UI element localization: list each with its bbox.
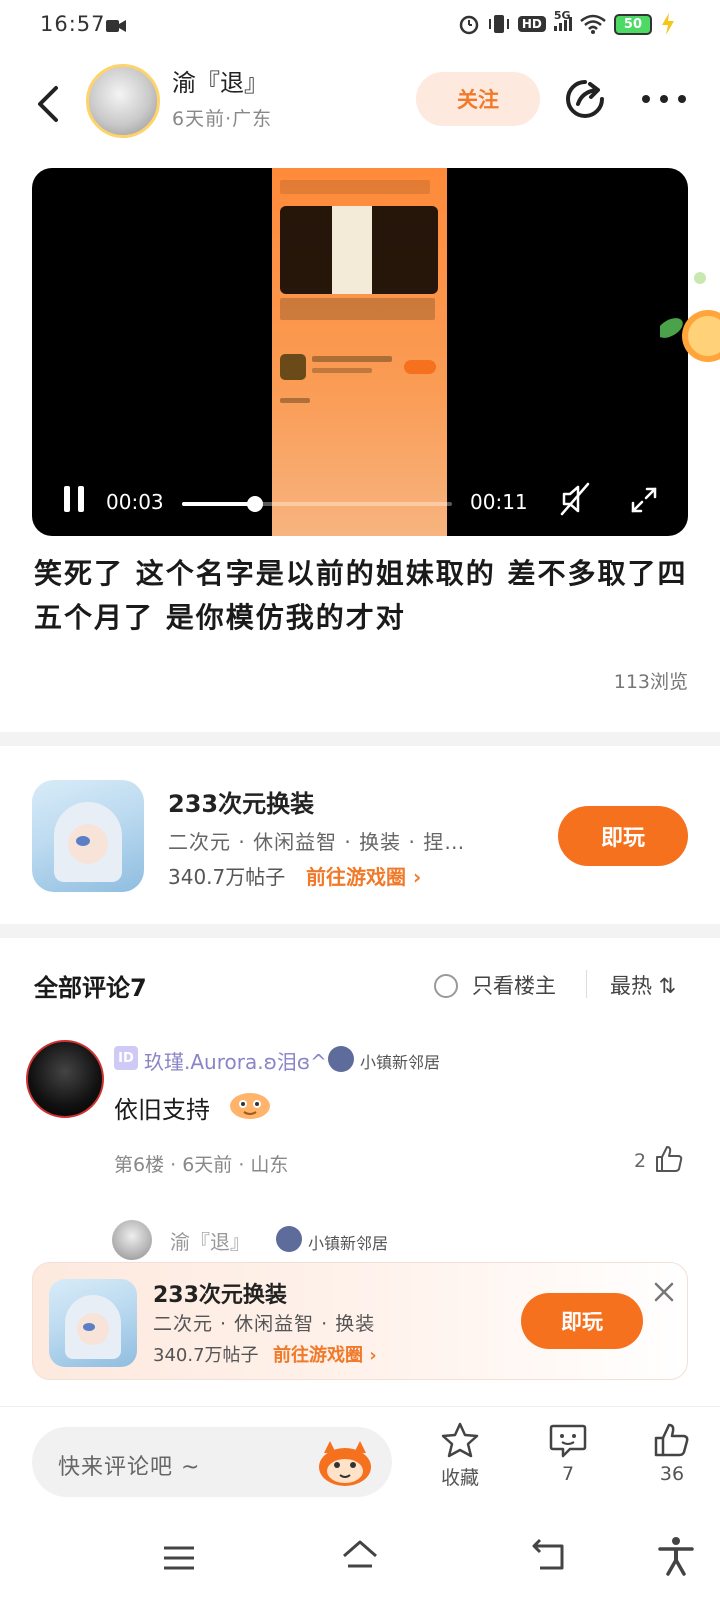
game-post-count: 340.7万帖子	[168, 865, 286, 889]
status-time: 16:57	[40, 12, 106, 36]
game-icon[interactable]	[32, 780, 144, 892]
battery-indicator: 50	[613, 13, 652, 35]
wifi-icon	[580, 14, 606, 34]
author-avatar[interactable]	[86, 64, 160, 138]
comments-title: 全部评论7	[34, 974, 147, 1002]
view-count: 113浏览	[613, 671, 688, 693]
back-nav-icon[interactable]	[530, 1538, 570, 1578]
share-icon[interactable]	[562, 76, 608, 122]
cellular-signal-icon: 5G	[553, 9, 572, 31]
hd-badge: HD	[517, 16, 546, 32]
game-tags: 二次元 · 休闲益智 · 换装 · 捏…	[168, 830, 466, 854]
comment-like-count: 2	[634, 1150, 647, 1172]
mute-icon[interactable]	[560, 482, 590, 516]
status-bar: 16:57 HD 5G 50	[0, 0, 720, 52]
floating-orange-icon[interactable]	[660, 268, 720, 368]
alarm-icon	[459, 15, 479, 35]
progress-fill	[182, 502, 255, 506]
progress-slider[interactable]	[182, 496, 452, 512]
like-count: 36	[659, 1463, 685, 1485]
author-name[interactable]: 渝『退』	[172, 63, 268, 98]
accessibility-icon[interactable]	[656, 1536, 696, 1576]
total-time: 00:11	[470, 490, 528, 514]
video-frame	[272, 168, 447, 536]
comment-input[interactable]: 快来评论吧 ~	[32, 1427, 392, 1497]
back-arrow-icon[interactable]	[30, 78, 70, 130]
emoji-icon	[230, 1093, 270, 1119]
home-icon[interactable]	[340, 1536, 380, 1576]
game-circle-link[interactable]: 前往游戏圈 ›	[306, 861, 421, 890]
play-button[interactable]: 即玩	[558, 806, 688, 866]
game-name[interactable]: 233次元换装	[153, 1277, 287, 1309]
play-button[interactable]: 即玩	[521, 1293, 643, 1349]
neighbor-badge-icon	[276, 1226, 302, 1252]
video-recording-icon	[106, 20, 126, 32]
floating-game-card[interactable]: 233次元换装 二次元 · 休闲益智 · 换装 340.7万帖子 前往游戏圈 ›…	[32, 1262, 688, 1380]
video-player[interactable]: 00:03 00:11	[32, 168, 688, 536]
bottom-action-bar: 快来评论吧 ~ 收藏 7 36	[0, 1406, 720, 1516]
sort-button[interactable]: 最热 ⇅	[610, 970, 676, 1000]
thumbs-up-icon	[654, 1423, 689, 1457]
system-nav-bar	[0, 1516, 720, 1606]
section-divider	[0, 732, 720, 746]
like-button[interactable]: 36	[632, 1421, 712, 1485]
comment-user-name[interactable]: 玖瑾.Aurora.ʚ泪ɞ^	[144, 1046, 327, 1075]
comment-bubble-icon	[549, 1424, 587, 1458]
game-tags: 二次元 · 休闲益智 · 换装	[153, 1313, 376, 1335]
pause-icon[interactable]	[62, 484, 86, 514]
comment-count-button[interactable]: 7	[528, 1421, 608, 1485]
star-icon	[441, 1422, 479, 1458]
mascot-icon	[319, 1441, 371, 1486]
status-indicators: HD 5G 50	[458, 9, 676, 35]
reply-avatar[interactable]	[112, 1220, 152, 1260]
follow-button[interactable]: 关注	[416, 72, 540, 126]
comment-count: 7	[561, 1463, 575, 1485]
favorite-label: 收藏	[440, 1467, 479, 1489]
fullscreen-icon[interactable]	[630, 486, 658, 514]
sort-separator	[586, 970, 587, 998]
game-post-count: 340.7万帖子	[153, 1345, 259, 1366]
more-options-icon[interactable]	[640, 85, 688, 113]
comment-avatar[interactable]	[26, 1040, 104, 1118]
game-circle-link[interactable]: 前往游戏圈 ›	[273, 1341, 377, 1367]
thumbs-up-icon[interactable]	[654, 1144, 684, 1174]
section-divider	[0, 924, 720, 938]
only-owner-label[interactable]: 只看楼主	[472, 970, 556, 1000]
game-icon[interactable]	[49, 1279, 137, 1367]
charging-icon	[662, 13, 674, 35]
post-content: 笑死了 这个名字是以前的姐妹取的 差不多取了四五个月了 是你模仿我的才对	[34, 557, 688, 634]
reply-user-name[interactable]: 渝『退』	[170, 1226, 250, 1255]
vibrate-icon	[488, 15, 509, 33]
id-badge: ID	[114, 1046, 138, 1070]
only-owner-radio[interactable]	[434, 974, 458, 998]
post-meta: 6天前·广东	[172, 108, 273, 130]
neighbor-badge-label: 小镇新邻居	[360, 1053, 441, 1072]
neighbor-badge-label: 小镇新邻居	[308, 1234, 389, 1253]
close-icon[interactable]	[653, 1281, 675, 1303]
progress-handle[interactable]	[246, 496, 263, 512]
menu-icon[interactable]	[160, 1538, 200, 1578]
comment-text: 依旧支持	[114, 1096, 210, 1124]
favorite-button[interactable]: 收藏	[420, 1421, 500, 1490]
neighbor-badge-icon	[328, 1046, 354, 1072]
comment-meta: 第6楼 · 6天前 · 山东	[114, 1154, 289, 1176]
game-name[interactable]: 233次元换装	[168, 784, 314, 819]
comment-placeholder: 快来评论吧 ~	[58, 1455, 201, 1480]
current-time: 00:03	[106, 490, 164, 514]
